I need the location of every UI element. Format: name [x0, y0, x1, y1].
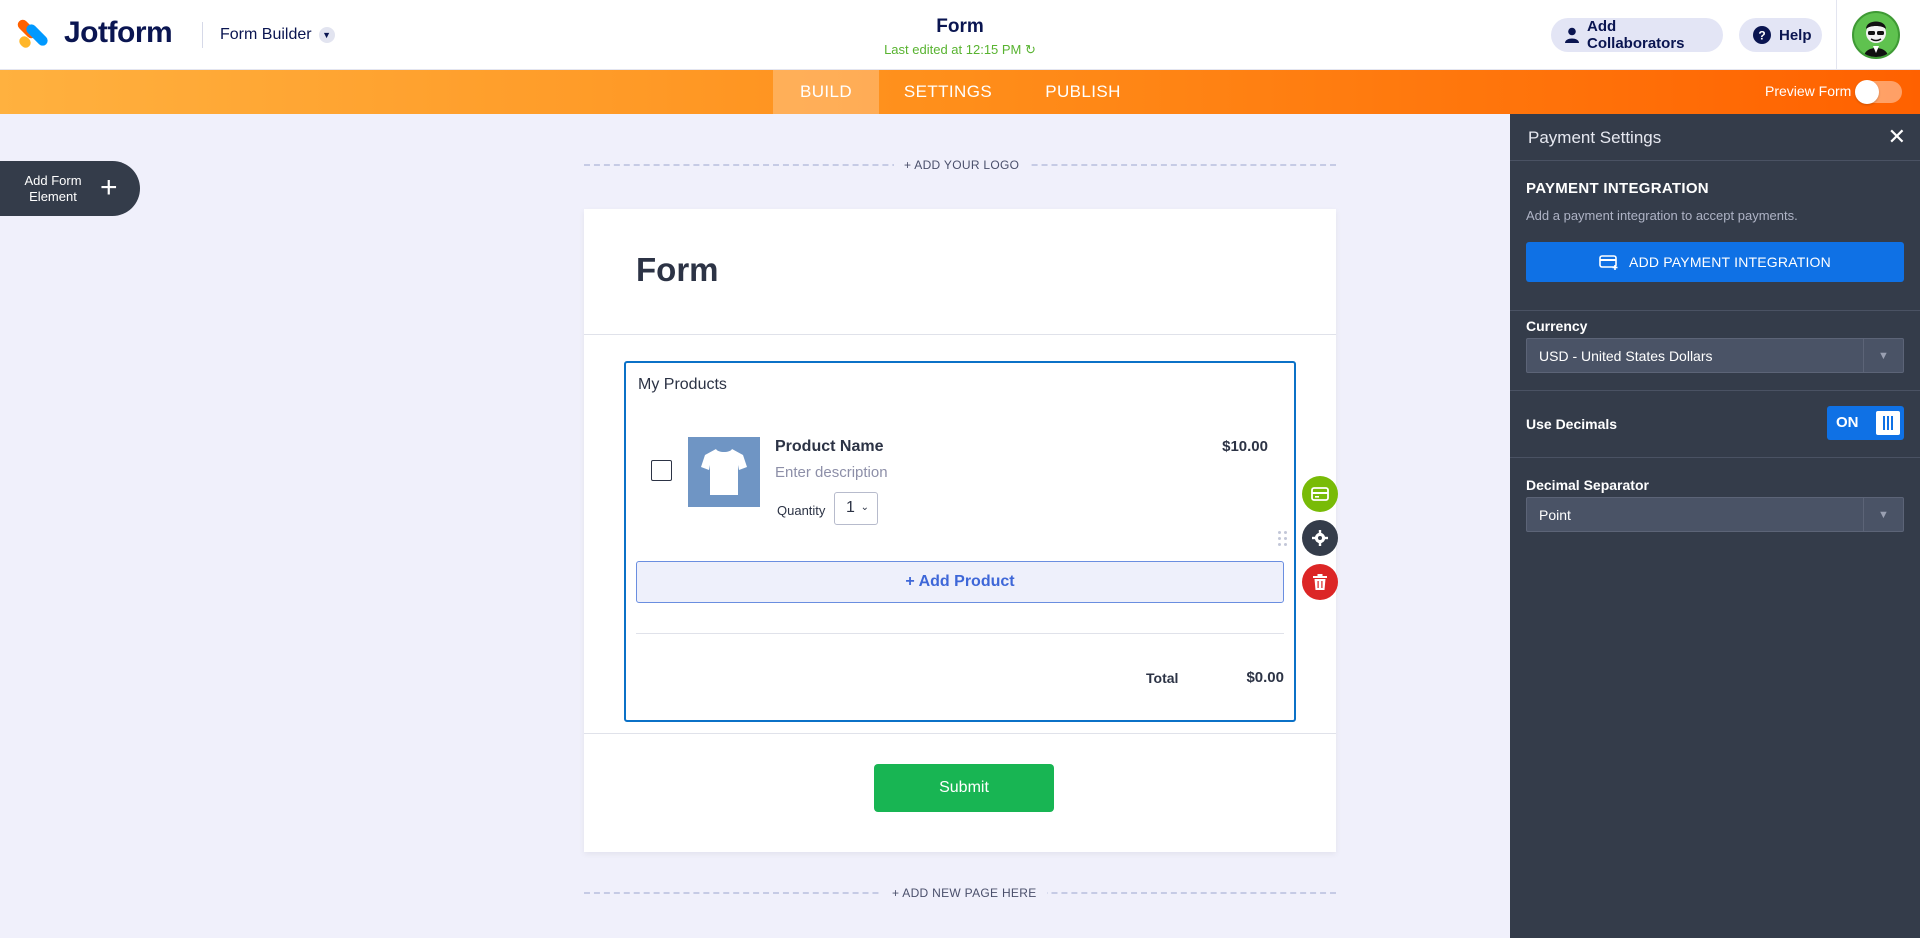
jotform-logo[interactable]: Jotform [15, 16, 173, 50]
product-list-label[interactable]: My Products [638, 376, 727, 394]
form-builder-label: Form Builder [220, 26, 312, 43]
svg-text:?: ? [1758, 29, 1765, 43]
toggle-knob [1855, 80, 1879, 104]
triangle-down-icon: ▼ [1863, 339, 1903, 372]
field-settings-button[interactable] [1302, 520, 1338, 556]
toggle-state: ON [1836, 414, 1859, 431]
payment-integration-subtitle: Add a payment integration to accept paym… [1526, 208, 1798, 223]
add-payment-integration-label: ADD PAYMENT INTEGRATION [1629, 254, 1831, 270]
preview-form-toggle[interactable] [1855, 80, 1902, 104]
preview-form-label: Preview Form [1765, 83, 1852, 99]
add-collaborators-button[interactable]: Add Collaborators [1551, 18, 1723, 52]
add-form-element-button[interactable]: Add Form Element + [0, 161, 140, 216]
form-heading[interactable]: Form [636, 251, 719, 289]
decimal-separator-select[interactable]: Point ▼ [1526, 497, 1904, 532]
total-value: $0.00 [1246, 669, 1284, 686]
product-name[interactable]: Product Name [775, 438, 883, 456]
add-form-element-label: Add Form Element [24, 173, 82, 204]
currency-value: USD - United States Dollars [1539, 348, 1713, 364]
product-image[interactable] [688, 437, 760, 507]
tab-publish[interactable]: PUBLISH [1035, 70, 1131, 114]
add-payment-integration-button[interactable]: ADD PAYMENT INTEGRATION [1526, 242, 1904, 282]
builder-tab-bar: BUILD SETTINGS PUBLISH Preview Form [0, 70, 1920, 114]
total-label: Total [1146, 670, 1179, 686]
top-bar: Jotform Form Builder ▼ Form Last edited … [0, 0, 1920, 70]
quantity-label: Quantity [777, 503, 826, 518]
panel-header: Payment Settings ✕ [1510, 114, 1920, 161]
form-card: Form My Products Product Name Enter desc… [584, 209, 1336, 852]
product-checkbox[interactable] [651, 460, 672, 481]
plus-icon: + [100, 171, 118, 204]
divider [584, 334, 1336, 335]
divider [1510, 457, 1920, 458]
tab-build[interactable]: BUILD [773, 70, 879, 114]
toggle-knob [1876, 411, 1900, 435]
divider [584, 733, 1336, 734]
chevron-down-icon: ⌄ [860, 502, 869, 513]
logo-text: Jotform [64, 16, 173, 49]
submit-button[interactable]: Submit [874, 764, 1054, 812]
add-new-page-link[interactable]: + ADD NEW PAGE HERE [882, 886, 1047, 900]
drag-handle[interactable] [1278, 531, 1288, 551]
product-list-field[interactable]: My Products Product Name Enter descripti… [624, 361, 1296, 722]
last-edited-text: Last edited at 12:15 PM [884, 42, 1022, 57]
credit-card-icon [1311, 487, 1329, 501]
divider [1510, 390, 1920, 391]
currency-select[interactable]: USD - United States Dollars ▼ [1526, 338, 1904, 373]
quantity-select[interactable]: 1 ⌄ [834, 492, 878, 525]
trash-icon [1313, 574, 1327, 590]
chevron-down-icon: ▼ [318, 27, 335, 43]
user-icon [1565, 27, 1579, 43]
help-label: Help [1779, 26, 1812, 44]
quantity-value: 1 [846, 499, 855, 516]
divider [1510, 310, 1920, 311]
add-product-button[interactable]: + Add Product [636, 561, 1284, 603]
panel-title: Payment Settings [1528, 128, 1662, 147]
question-circle-icon: ? [1753, 26, 1771, 44]
product-price[interactable]: $10.00 [1222, 438, 1268, 455]
use-decimals-toggle[interactable]: ON [1827, 406, 1904, 440]
use-decimals-label: Use Decimals [1526, 416, 1618, 432]
add-logo-link[interactable]: + ADD YOUR LOGO [894, 158, 1030, 172]
divider [636, 633, 1284, 634]
payment-integration-title: PAYMENT INTEGRATION [1526, 180, 1709, 197]
product-description[interactable]: Enter description [775, 464, 888, 481]
help-button[interactable]: ? Help [1739, 18, 1822, 52]
decimal-separator-value: Point [1539, 507, 1571, 523]
payment-properties-button[interactable] [1302, 476, 1338, 512]
tab-settings[interactable]: SETTINGS [896, 70, 1000, 114]
refresh-icon: ↻ [1025, 42, 1036, 57]
decimal-separator-label: Decimal Separator [1526, 477, 1649, 493]
delete-field-button[interactable] [1302, 564, 1338, 600]
jotform-logo-icon [15, 16, 50, 50]
form-title-area: Form Last edited at 12:15 PM ↻ [760, 16, 1160, 58]
triangle-down-icon: ▼ [1863, 498, 1903, 531]
close-icon[interactable]: ✕ [1888, 126, 1906, 148]
divider [1836, 0, 1837, 70]
payment-settings-panel: Payment Settings ✕ PAYMENT INTEGRATION A… [1510, 114, 1920, 938]
tshirt-icon [701, 449, 747, 495]
user-avatar[interactable] [1852, 11, 1900, 59]
form-title[interactable]: Form [760, 16, 1160, 38]
last-edited-status: Last edited at 12:15 PM ↻ [760, 42, 1160, 58]
credit-card-plus-icon [1599, 254, 1619, 270]
currency-label: Currency [1526, 318, 1588, 334]
gear-icon [1312, 530, 1328, 546]
add-collaborators-label: Add Collaborators [1587, 18, 1685, 52]
form-builder-dropdown[interactable]: Form Builder ▼ [202, 22, 335, 48]
